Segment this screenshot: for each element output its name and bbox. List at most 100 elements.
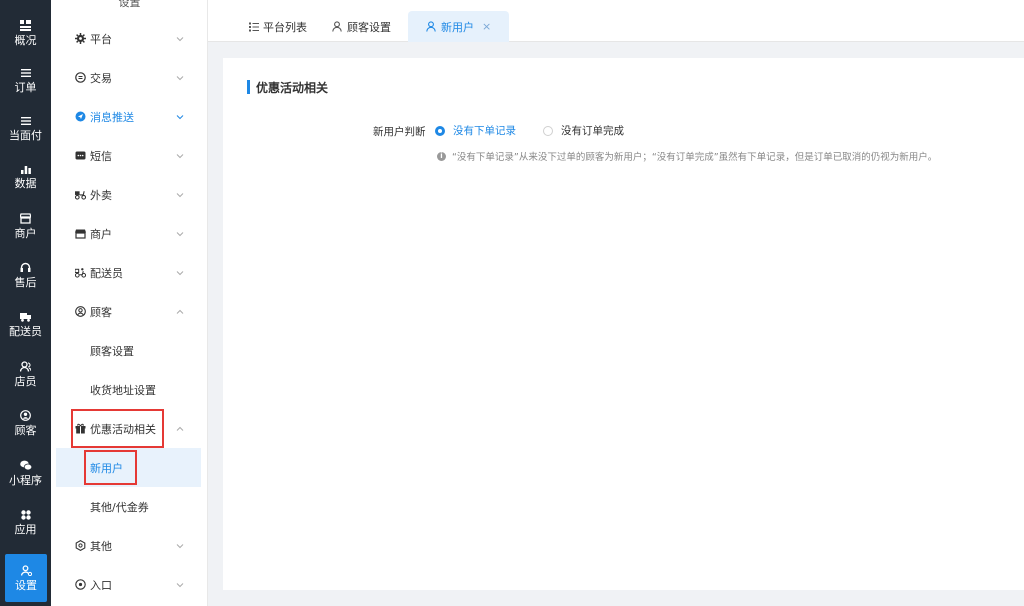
sidebar-subitem-new-user[interactable]: 新用户 <box>56 448 201 487</box>
sidebar-item-promotions[interactable]: 优惠活动相关 <box>51 409 207 448</box>
user-group-icon <box>20 361 32 373</box>
sidebar-item-courier[interactable]: 配送员 <box>51 253 207 292</box>
user-circle-icon <box>75 306 86 317</box>
sidebar-item-push[interactable]: 消息推送 <box>51 97 207 136</box>
chevron-down-icon <box>176 36 184 41</box>
headset-icon <box>20 262 32 274</box>
rail-item-label: 店员 <box>14 374 37 388</box>
sidebar-item-label: 优惠活动相关 <box>90 422 156 436</box>
user-icon <box>332 21 343 32</box>
radio-no-order-completed[interactable]: 没有订单完成 <box>543 123 624 138</box>
exchange-icon <box>75 72 86 83</box>
chevron-down-icon <box>176 543 184 548</box>
rail-item-label: 顾客 <box>14 423 37 437</box>
sidebar-item-label: 入口 <box>90 578 112 592</box>
sidebar-item-label: 外卖 <box>90 188 112 202</box>
send-icon <box>75 111 86 122</box>
tab-label: 顾客设置 <box>347 20 391 34</box>
rail-item-label: 当面付 <box>9 128 42 142</box>
rail-item-couriers[interactable]: 配送员 <box>0 300 51 348</box>
settings-sidebar: 设置 平台 交易 消息推送 短信 外卖 商户 配送员 顾客 顾客设置 收货地址设… <box>51 0 208 606</box>
tab-customer-settings[interactable]: 顾客设置 <box>332 11 391 42</box>
sidebar-subitem-label: 顾客设置 <box>90 344 134 358</box>
rail-item-staff[interactable]: 店员 <box>0 350 51 398</box>
sidebar-item-platform[interactable]: 平台 <box>51 19 207 58</box>
main-nav-rail: 概况 订单 当面付 数据 商户 售后 配送员 店员 顾客 小程序 应用 设置 <box>0 0 51 606</box>
section-title: 优惠活动相关 <box>247 79 328 95</box>
rail-item-settings[interactable]: 设置 <box>5 554 47 602</box>
new-user-rule-label: 新用户判断 <box>373 126 426 138</box>
tab-label: 平台列表 <box>263 20 307 34</box>
sidebar-item-other[interactable]: 其他 <box>51 526 207 565</box>
chevron-down-icon <box>176 582 184 587</box>
sidebar-item-sms[interactable]: 短信 <box>51 136 207 175</box>
delivery-icon <box>75 267 86 278</box>
hint-message: “没有下单记录”从来没下过单的顾客为新用户；“没有订单完成”虽然有下单记录，但是… <box>452 152 938 163</box>
sidebar-item-label: 顾客 <box>90 305 112 319</box>
rail-item-label: 概况 <box>14 33 37 47</box>
sidebar-subitem-label: 新用户 <box>90 461 123 475</box>
rail-item-label: 应用 <box>14 522 37 536</box>
tab-new-user[interactable]: 新用户 × <box>408 11 510 42</box>
list-icon <box>20 115 32 127</box>
rail-item-data[interactable]: 数据 <box>0 152 51 200</box>
sidebar-item-label: 短信 <box>90 149 112 163</box>
list-icon <box>248 21 259 32</box>
apps-icon <box>20 509 32 521</box>
settings-user-icon <box>20 565 32 577</box>
rail-item-merchants[interactable]: 商户 <box>0 202 51 250</box>
sidebar-item-entry[interactable]: 入口 <box>51 565 207 604</box>
radio-label: 没有订单完成 <box>561 125 624 137</box>
sidebar-item-label: 消息推送 <box>90 110 134 124</box>
section-title-text: 优惠活动相关 <box>256 80 329 95</box>
radio-no-order-record[interactable]: 没有下单记录 <box>435 123 516 138</box>
chevron-down-icon <box>176 270 184 275</box>
rail-item-label: 售后 <box>14 275 37 289</box>
message-icon <box>75 150 86 161</box>
tab-platform-list[interactable]: 平台列表 <box>248 11 307 42</box>
sidebar-item-label: 其他 <box>90 539 112 553</box>
sidebar-subitem-customer-settings[interactable]: 顾客设置 <box>51 331 207 370</box>
close-icon[interactable]: × <box>482 20 491 33</box>
chevron-down-icon <box>176 231 184 236</box>
sidebar-item-customer[interactable]: 顾客 <box>51 292 207 331</box>
rail-item-customers[interactable]: 顾客 <box>0 399 51 447</box>
settings-icon <box>75 540 86 551</box>
sidebar-item-merchant[interactable]: 商户 <box>51 214 207 253</box>
target-icon <box>75 579 86 590</box>
truck-icon <box>20 311 32 323</box>
sidebar-item-trade[interactable]: 交易 <box>51 58 207 97</box>
chat-icon <box>19 460 32 472</box>
rail-item-mini-program[interactable]: 小程序 <box>0 449 51 497</box>
rail-item-label: 订单 <box>14 80 37 94</box>
sidebar-item-label: 平台 <box>90 32 112 46</box>
chevron-up-icon <box>176 309 184 314</box>
info-icon: i <box>437 151 446 161</box>
user-circle-icon <box>20 410 32 422</box>
sidebar-item-label: 配送员 <box>90 266 123 280</box>
gear-icon <box>75 33 86 44</box>
radio-label: 没有下单记录 <box>453 125 516 137</box>
rail-item-label: 设置 <box>15 578 37 592</box>
rail-item-face-pay[interactable]: 当面付 <box>0 104 51 152</box>
rail-item-orders[interactable]: 订单 <box>0 56 51 104</box>
content-card: 优惠活动相关 新用户判断 没有下单记录 没有订单完成 i “没有下单记录”从来没… <box>223 58 1024 590</box>
tab-bar: 平台列表 顾客设置 新用户 × <box>208 0 1024 42</box>
rail-item-apps[interactable]: 应用 <box>0 498 51 546</box>
gift-icon <box>75 423 86 434</box>
chevron-down-icon <box>176 75 184 80</box>
rail-item-after-sales[interactable]: 售后 <box>0 251 51 299</box>
sidebar-subitem-address-settings[interactable]: 收货地址设置 <box>51 370 207 409</box>
scooter-icon <box>75 189 86 200</box>
sidebar-subitem-label: 其他/代金券 <box>90 500 149 514</box>
hint-text: i “没有下单记录”从来没下过单的顾客为新用户；“没有订单完成”虽然有下单记录，… <box>437 149 937 163</box>
user-icon <box>426 21 437 32</box>
sidebar-item-label: 商户 <box>90 227 112 241</box>
rail-item-label: 数据 <box>14 176 37 190</box>
dashboard-icon <box>20 20 32 32</box>
sidebar-item-takeaway[interactable]: 外卖 <box>51 175 207 214</box>
sidebar-subitem-vouchers[interactable]: 其他/代金券 <box>51 487 207 526</box>
rail-item-overview[interactable]: 概况 <box>0 9 51 57</box>
bar-chart-icon <box>20 163 32 175</box>
shop-icon <box>75 228 86 239</box>
